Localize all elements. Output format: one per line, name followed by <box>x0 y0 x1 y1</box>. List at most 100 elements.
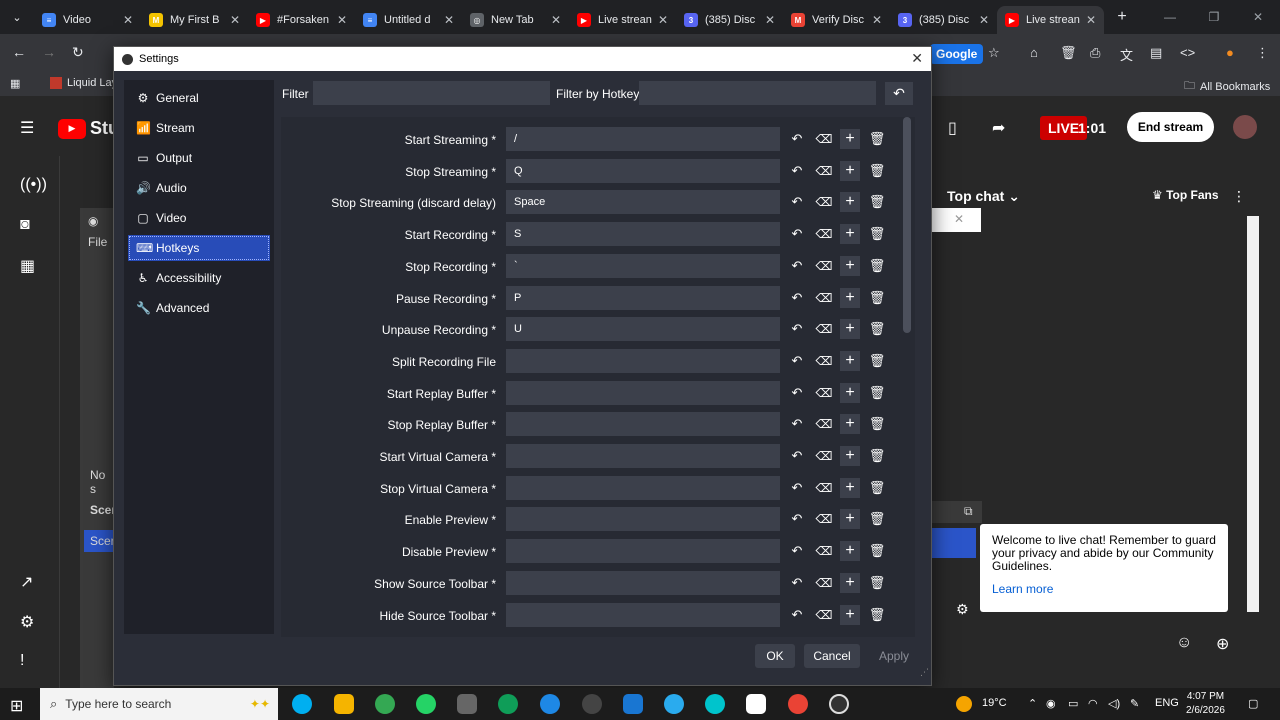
file-explorer-icon[interactable] <box>334 694 354 714</box>
chat-scrollbar[interactable] <box>1247 216 1259 612</box>
weather-temp[interactable]: 19°C <box>982 697 1007 709</box>
hotkey-input[interactable]: Q <box>506 158 780 183</box>
clear-icon[interactable]: ⌫ <box>815 130 833 148</box>
sidebar-item-general[interactable]: ⚙ General <box>128 85 270 111</box>
top-chat-dropdown[interactable]: Top chat ⌄ <box>947 188 1020 205</box>
telegram-icon[interactable] <box>664 694 684 714</box>
clear-icon[interactable]: ⌫ <box>815 384 833 402</box>
chrome-profile-icon[interactable] <box>788 694 808 714</box>
delete-trash-icon[interactable]: 🗑 <box>868 384 886 402</box>
add-icon[interactable]: + <box>840 509 860 530</box>
top-fans-button[interactable]: ♛ Top Fans <box>1152 188 1219 202</box>
delete-trash-icon[interactable]: 🗑 <box>868 130 886 148</box>
delete-trash-icon[interactable]: 🗑 <box>868 542 886 560</box>
add-icon[interactable]: + <box>840 255 860 276</box>
revert-icon[interactable]: ↶ <box>788 479 806 497</box>
revert-icon[interactable]: ↶ <box>788 225 806 243</box>
hamburger-menu-icon[interactable]: ☰ <box>20 118 34 138</box>
delete-trash-icon[interactable]: 🗑 <box>868 415 886 433</box>
delete-trash-icon[interactable]: 🗑 <box>868 574 886 592</box>
clear-icon[interactable]: ⌫ <box>815 225 833 243</box>
edge-icon[interactable] <box>498 694 518 714</box>
add-icon[interactable]: + <box>840 224 860 245</box>
print-icon[interactable]: ⎙ <box>1090 45 1100 61</box>
revert-icon[interactable]: ↶ <box>788 574 806 592</box>
youtube-studio-logo[interactable]: ▶ Stu <box>58 118 119 139</box>
back-icon[interactable]: ← <box>12 44 26 60</box>
hotkey-input[interactable] <box>506 380 780 405</box>
reload-icon[interactable]: ↻ <box>72 44 84 61</box>
revert-icon[interactable]: ↶ <box>788 193 806 211</box>
sidebar-item-advanced[interactable]: 🔧 Advanced <box>128 295 270 321</box>
clear-icon[interactable]: ⌫ <box>815 479 833 497</box>
new-tab-button[interactable]: + <box>1108 8 1136 26</box>
tab-close-icon[interactable]: ✕ <box>123 13 133 27</box>
delete-trash-icon[interactable]: 🗑 <box>868 447 886 465</box>
clear-icon[interactable]: ⌫ <box>815 193 833 211</box>
browser-tab[interactable]: ◎ New Tab ✕ <box>462 6 569 34</box>
add-circle-icon[interactable]: ⊕ <box>1216 634 1229 654</box>
clear-icon[interactable]: ⌫ <box>815 510 833 528</box>
browser-tab[interactable]: ≡ Video ✕ <box>34 6 141 34</box>
browser-tab[interactable]: 3 (385) Disc ✕ <box>890 6 997 34</box>
translate-icon[interactable]: 文 <box>1120 45 1133 64</box>
sidebar-item-audio[interactable]: 🔊 Audio <box>128 175 270 201</box>
revert-icon[interactable]: ↶ <box>788 542 806 560</box>
ok-button[interactable]: OK <box>755 644 795 668</box>
add-icon[interactable]: + <box>840 477 860 498</box>
obs-gear-icon[interactable]: ⚙ <box>956 601 969 618</box>
add-icon[interactable]: + <box>840 414 860 435</box>
tray-app-icon[interactable]: ◉ <box>1046 697 1056 710</box>
revert-icon[interactable]: ↶ <box>788 352 806 370</box>
camera-icon[interactable]: ◙ <box>20 216 30 234</box>
tab-close-icon[interactable]: ✕ <box>872 13 882 27</box>
trash-icon[interactable]: 🗑 <box>1060 45 1077 61</box>
mail-icon[interactable] <box>623 694 643 714</box>
tab-close-icon[interactable]: ✕ <box>765 13 775 27</box>
hotkey-input[interactable]: Space <box>506 190 780 215</box>
forward-icon[interactable]: → <box>42 44 56 60</box>
whatsapp-icon[interactable] <box>416 694 436 714</box>
apply-button[interactable]: Apply <box>871 644 917 668</box>
clear-icon[interactable]: ⌫ <box>815 162 833 180</box>
hotkey-input[interactable] <box>506 602 780 627</box>
delete-trash-icon[interactable]: 🗑 <box>868 193 886 211</box>
chrome-icon[interactable] <box>375 694 395 714</box>
settings-gear-icon[interactable]: ⚙ <box>20 612 34 632</box>
close-window-icon[interactable]: ✕ <box>1236 0 1280 34</box>
hotkey-input[interactable]: P <box>506 285 780 310</box>
hotkey-input[interactable] <box>506 475 780 500</box>
cancel-button[interactable]: Cancel <box>804 644 860 668</box>
add-icon[interactable]: + <box>840 446 860 466</box>
calendar-icon[interactable]: ▦ <box>20 256 35 276</box>
feedback-icon[interactable]: ! <box>20 652 24 670</box>
hotkey-input[interactable]: / <box>506 127 780 151</box>
delete-trash-icon[interactable]: 🗑 <box>868 510 886 528</box>
clear-icon[interactable]: ⌫ <box>815 352 833 370</box>
extension-icon[interactable]: ⌂ <box>1030 45 1038 60</box>
add-icon[interactable]: + <box>840 541 860 562</box>
volume-icon[interactable]: ◁) <box>1108 697 1120 710</box>
sidebar-item-stream[interactable]: 📶 Stream <box>128 115 270 141</box>
dialog-close-icon[interactable]: ✕ <box>911 50 923 67</box>
pen-icon[interactable]: ✎ <box>1130 697 1139 710</box>
obs-file-menu[interactable]: File <box>88 235 107 249</box>
bookmark-outline-icon[interactable]: ▯ <box>948 118 957 138</box>
delete-trash-icon[interactable]: 🗑 <box>868 606 886 624</box>
tab-close-icon[interactable]: ✕ <box>230 13 240 27</box>
delete-trash-icon[interactable]: 🗑 <box>868 479 886 497</box>
filter-by-hotkey-input[interactable] <box>639 81 876 105</box>
revert-icon[interactable]: ↶ <box>788 257 806 275</box>
calculator-icon[interactable] <box>457 694 477 714</box>
add-icon[interactable]: + <box>840 129 860 149</box>
hotkey-input[interactable]: U <box>506 317 780 342</box>
browser-tab[interactable]: ▶ Live strean ✕ <box>569 6 676 34</box>
hotkey-input[interactable] <box>506 539 780 564</box>
apps-grid-icon[interactable]: ▦ <box>10 77 20 90</box>
add-icon[interactable]: + <box>840 572 860 593</box>
learn-more-link[interactable]: Learn more <box>992 583 1216 596</box>
delete-trash-icon[interactable]: 🗑 <box>868 225 886 243</box>
roblox-icon[interactable] <box>746 694 766 714</box>
tab-close-icon[interactable]: ✕ <box>1086 13 1096 27</box>
clear-icon[interactable]: ⌫ <box>815 289 833 307</box>
